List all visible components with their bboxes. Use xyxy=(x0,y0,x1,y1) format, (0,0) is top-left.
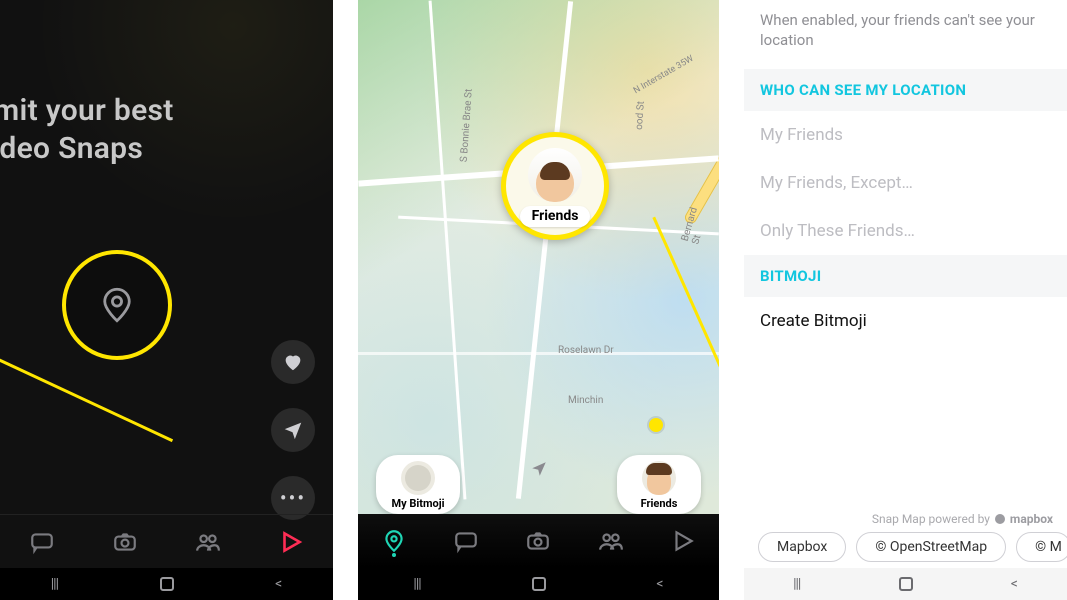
nav-recents[interactable]: ||| xyxy=(51,576,58,592)
tab-chat[interactable] xyxy=(22,522,62,562)
attribution-pills: Mapbox © OpenStreetMap © M xyxy=(744,532,1067,568)
pill-mapbox[interactable]: Mapbox xyxy=(758,532,846,562)
share-button[interactable] xyxy=(271,408,315,452)
camera-icon xyxy=(112,529,138,555)
nav-back[interactable]: < xyxy=(275,576,282,592)
section-header-location: WHO CAN SEE MY LOCATION xyxy=(744,69,1067,111)
panel-gap xyxy=(333,0,358,600)
promo-line-2: video Snaps xyxy=(0,130,319,168)
street-label: Minchin xyxy=(568,395,603,406)
location-pin-icon xyxy=(96,284,138,326)
chip-my-bitmoji[interactable]: My Bitmoji xyxy=(376,455,460,514)
heart-icon xyxy=(282,351,304,373)
location-pin-icon xyxy=(381,528,407,554)
promo-text: bmit your best video Snaps xyxy=(0,92,319,169)
people-icon xyxy=(598,528,624,554)
nav-back[interactable]: < xyxy=(1011,576,1018,592)
tab-friends[interactable] xyxy=(591,521,631,561)
people-icon xyxy=(195,529,221,555)
tab-spotlight[interactable] xyxy=(271,522,311,562)
ghost-mode-hint: When enabled, your friends can't see you… xyxy=(744,0,1067,69)
friends-callout-label: Friends xyxy=(520,206,591,227)
mapbox-logo-icon xyxy=(994,513,1006,525)
android-nav-bar: ||| < xyxy=(358,568,719,600)
street-label: ood St xyxy=(634,101,647,130)
camera-icon xyxy=(525,528,551,554)
friends-callout-highlight[interactable]: Friends xyxy=(501,132,609,240)
spotlight-side-buttons: ••• xyxy=(271,340,315,520)
tab-camera[interactable] xyxy=(518,521,558,561)
nav-recents[interactable]: ||| xyxy=(413,576,420,592)
nav-recents[interactable]: ||| xyxy=(793,576,800,592)
panel-spotlight-dark: bmit your best video Snaps ••• xyxy=(0,0,333,600)
tab-friends[interactable] xyxy=(188,522,228,562)
map-bottom-chips: My Bitmoji Friends xyxy=(358,455,719,514)
chat-icon xyxy=(453,528,479,554)
nav-back[interactable]: < xyxy=(656,576,663,592)
android-nav-bar: ||| < xyxy=(744,568,1067,600)
bitmoji-avatar-icon xyxy=(642,461,676,495)
pill-openstreetmap[interactable]: © OpenStreetMap xyxy=(856,532,1006,562)
callout-leader-dot xyxy=(649,418,663,432)
chip-label: Friends xyxy=(641,497,678,510)
send-icon xyxy=(282,419,304,441)
bitmoji-avatar xyxy=(528,148,582,202)
bitmoji-placeholder-icon xyxy=(401,461,435,495)
chat-icon xyxy=(29,529,55,555)
option-create-bitmoji[interactable]: Create Bitmoji xyxy=(744,297,1067,345)
bottom-tab-bar xyxy=(0,514,333,568)
panel-snap-map: S Bonnie Brae St ood St Bernard St Rosel… xyxy=(358,0,719,600)
nav-home[interactable] xyxy=(160,577,174,591)
play-icon xyxy=(278,529,304,555)
nav-home[interactable] xyxy=(532,577,546,591)
section-header-bitmoji: BITMOJI xyxy=(744,255,1067,297)
location-pin-highlight[interactable] xyxy=(62,250,172,360)
panel-settings: When enabled, your friends can't see you… xyxy=(744,0,1067,600)
attribution-prefix: Snap Map powered by xyxy=(872,512,990,526)
like-button[interactable] xyxy=(271,340,315,384)
panel-gap xyxy=(719,0,744,600)
promo-line-1: bmit your best xyxy=(0,92,319,130)
attribution-brand: mapbox xyxy=(1010,512,1053,526)
option-only-these-friends[interactable]: Only These Friends… xyxy=(744,207,1067,255)
map-attribution: Snap Map powered by mapbox xyxy=(744,512,1067,532)
ellipsis-icon: ••• xyxy=(280,486,306,510)
chip-label: My Bitmoji xyxy=(391,497,444,510)
play-icon xyxy=(670,528,696,554)
bottom-tab-bar xyxy=(358,514,719,568)
nav-home[interactable] xyxy=(899,577,913,591)
option-my-friends-except[interactable]: My Friends, Except… xyxy=(744,159,1067,207)
tab-spotlight[interactable] xyxy=(663,521,703,561)
android-nav-bar: ||| < xyxy=(0,568,333,600)
tab-chat[interactable] xyxy=(446,521,486,561)
chip-friends[interactable]: Friends xyxy=(617,455,701,514)
pill-more[interactable]: © M xyxy=(1016,532,1067,562)
option-my-friends[interactable]: My Friends xyxy=(744,111,1067,159)
spacer xyxy=(744,345,1067,513)
tab-camera[interactable] xyxy=(105,522,145,562)
